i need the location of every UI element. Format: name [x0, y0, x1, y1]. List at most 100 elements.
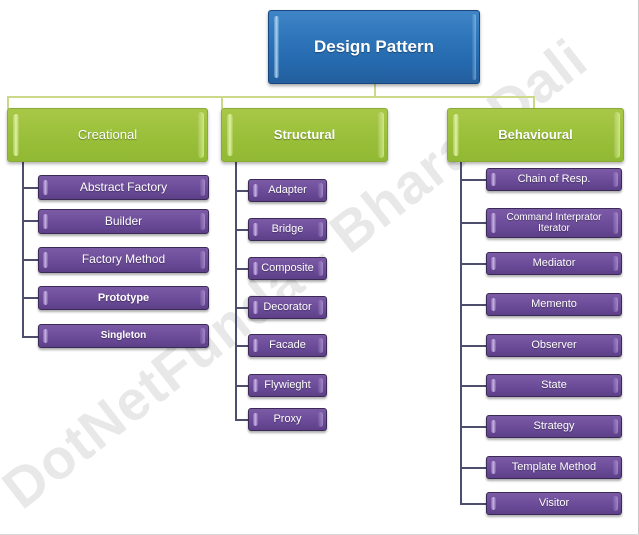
gloss-sliver-right [472, 14, 476, 80]
node-pattern-label: Prototype [97, 291, 150, 304]
connector-branch-behavioural [460, 345, 488, 347]
connector-branch-structural [235, 345, 249, 347]
gloss-sliver-right [318, 300, 323, 315]
node-pattern-label: Adapter [268, 184, 307, 197]
node-pattern-label: Singleton [100, 330, 147, 342]
node-pattern-proxy[interactable]: Proxy [248, 408, 327, 431]
gloss-sliver-right [200, 290, 205, 306]
connector-branch-creational [22, 187, 39, 189]
node-pattern-template-method[interactable]: Template Method [486, 456, 622, 479]
gloss-sliver-left [491, 339, 496, 352]
node-pattern-bridge[interactable]: Bridge [248, 218, 327, 241]
node-category-structural[interactable]: Structural [221, 108, 388, 162]
gloss-sliver-right [613, 419, 618, 434]
node-pattern-mediator[interactable]: Mediator [486, 252, 622, 275]
gloss-sliver-right [318, 378, 323, 393]
gloss-sliver-left [253, 223, 258, 236]
node-pattern-label: Template Method [511, 461, 597, 474]
connector-branch-behavioural [460, 503, 488, 505]
gloss-sliver-left [491, 379, 496, 392]
gloss-sliver-right [613, 460, 618, 475]
node-pattern-abstract-factory[interactable]: Abstract Factory [38, 175, 209, 200]
node-pattern-command-interprator-iterator[interactable]: Command Interprator Iterator [486, 208, 622, 238]
node-pattern-label: Observer [531, 339, 577, 352]
gloss-sliver-left [253, 339, 258, 352]
gloss-sliver-left [43, 329, 48, 343]
gloss-sliver-right [613, 172, 618, 187]
connector-branch-behavioural [460, 263, 488, 265]
node-pattern-visitor[interactable]: Visitor [486, 492, 622, 515]
node-pattern-label: Bridge [271, 223, 304, 236]
connector-spine-structural [235, 161, 237, 421]
gloss-sliver-left [43, 214, 48, 229]
gloss-sliver-left [491, 298, 496, 311]
gloss-sliver-left [274, 16, 279, 78]
gloss-sliver-left [491, 173, 496, 186]
node-pattern-chain-of-resp[interactable]: Chain of Resp. [486, 168, 622, 191]
node-pattern-strategy[interactable]: Strategy [486, 415, 622, 438]
gloss-sliver-right [200, 328, 205, 344]
node-pattern-label: Flywieght [264, 379, 311, 392]
connector-branch-structural [235, 419, 249, 421]
connector-branch-structural [235, 268, 249, 270]
node-pattern-label: Mediator [532, 257, 576, 270]
gloss-sliver-left [43, 180, 48, 195]
node-pattern-adapter[interactable]: Adapter [248, 179, 327, 202]
node-category-label: Structural [273, 126, 336, 142]
node-pattern-composite[interactable]: Composite [248, 257, 327, 280]
connector-branch-structural [235, 229, 249, 231]
node-pattern-singleton[interactable]: Singleton [38, 324, 209, 348]
connector-category-bus [7, 96, 535, 98]
connector-branch-structural [235, 385, 249, 387]
gloss-sliver-right [613, 297, 618, 312]
gloss-sliver-right [613, 256, 618, 271]
node-root-design-pattern[interactable]: Design Pattern [268, 10, 480, 84]
gloss-sliver-left [253, 379, 258, 392]
gloss-sliver-right [318, 338, 323, 353]
node-pattern-label: Visitor [538, 497, 570, 510]
gloss-sliver-left [13, 114, 19, 156]
connector-branch-creational [22, 220, 39, 222]
node-pattern-label: Strategy [533, 420, 575, 433]
node-category-label: Behavioural [498, 126, 573, 142]
gloss-sliver-left [43, 291, 48, 305]
node-pattern-flyweight[interactable]: Flywieght [248, 374, 327, 397]
node-category-creational[interactable]: Creational [7, 108, 208, 162]
gloss-sliver-right [378, 112, 384, 158]
gloss-sliver-right [613, 378, 618, 393]
gloss-sliver-left [227, 114, 233, 156]
connector-branch-structural [235, 307, 249, 309]
node-pattern-state[interactable]: State [486, 374, 622, 397]
connector-branch-creational [22, 297, 39, 299]
connector-branch-behavioural [460, 467, 488, 469]
node-pattern-facade[interactable]: Facade [248, 334, 327, 357]
node-pattern-builder[interactable]: Builder [38, 209, 209, 234]
node-pattern-label: Proxy [273, 413, 302, 426]
gloss-sliver-right [200, 213, 205, 230]
node-pattern-label: Builder [104, 213, 143, 228]
gloss-sliver-right [614, 112, 620, 158]
gloss-sliver-right [318, 412, 323, 427]
node-pattern-label: Decorator [263, 301, 312, 314]
node-pattern-label: Factory Method [81, 252, 166, 267]
node-pattern-decorator[interactable]: Decorator [248, 296, 327, 319]
node-pattern-memento[interactable]: Memento [486, 293, 622, 316]
gloss-sliver-left [491, 461, 496, 474]
node-pattern-observer[interactable]: Observer [486, 334, 622, 357]
gloss-sliver-left [253, 413, 258, 426]
node-pattern-factory-method[interactable]: Factory Method [38, 247, 209, 273]
node-category-behavioural[interactable]: Behavioural [447, 108, 624, 162]
gloss-sliver-left [253, 184, 258, 197]
node-category-label: Creational [77, 126, 138, 142]
connector-branch-behavioural [460, 222, 488, 224]
node-pattern-prototype[interactable]: Prototype [38, 286, 209, 310]
node-root-label: Design Pattern [314, 37, 434, 57]
connector-branch-structural [235, 190, 249, 192]
gloss-sliver-right [318, 183, 323, 198]
gloss-sliver-right [200, 251, 205, 269]
node-pattern-label: State [541, 379, 567, 392]
gloss-sliver-left [43, 252, 48, 268]
gloss-sliver-left [453, 114, 459, 156]
connector-branch-creational [22, 336, 39, 338]
node-pattern-label: Composite [261, 262, 314, 275]
